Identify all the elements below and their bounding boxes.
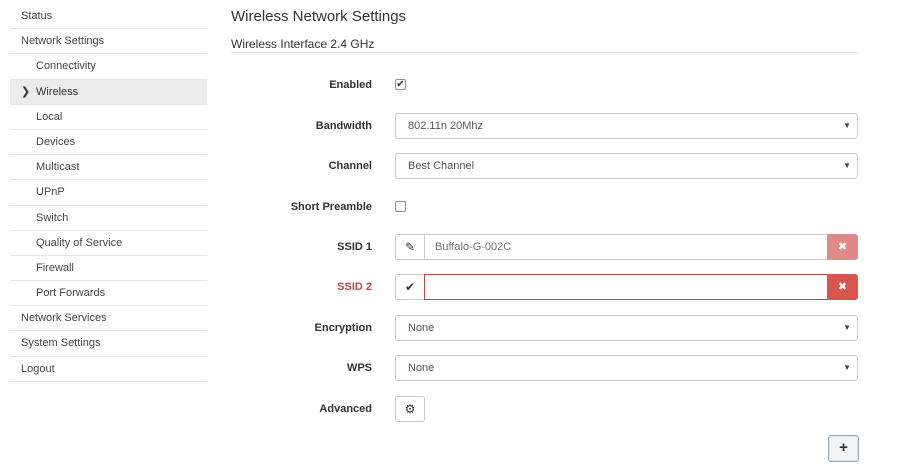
caret-down-icon: ▼ [843, 121, 851, 130]
caret-down-icon: ▼ [843, 161, 851, 170]
enabled-row: Enabled ✔ [231, 72, 859, 98]
ssid1-label: SSID 1 [337, 241, 372, 253]
ssid1-row: SSID 1 ✎ ✖ [231, 234, 859, 260]
bandwidth-row: Bandwidth 802.11n 20Mhz ▼ [231, 113, 859, 139]
bandwidth-value: 802.11n 20Mhz [408, 120, 484, 132]
ssid1-delete-button[interactable]: ✖ [827, 234, 858, 260]
close-icon: ✖ [837, 281, 848, 293]
caret-down-icon: ▼ [843, 323, 851, 332]
channel-row: Channel Best Channel ▼ [231, 153, 859, 179]
page-title: Wireless Network Settings [231, 8, 407, 25]
sidebar-item-label: Multicast [36, 161, 80, 174]
sidebar-item-network-settings[interactable]: Network Settings [10, 29, 207, 55]
encryption-label: Encryption [314, 322, 372, 334]
sidebar-item-status[interactable]: Status [10, 4, 207, 30]
bandwidth-select[interactable]: 802.11n 20Mhz ▼ [395, 113, 858, 139]
sidebar-item-devices[interactable]: Devices [10, 130, 207, 156]
sidebar-item-logout[interactable]: Logout [10, 357, 207, 382]
plus-icon: + [839, 439, 848, 456]
section-subtitle: Wireless Interface 2.4 GHz [231, 37, 375, 51]
sidebar-item-label: Devices [36, 135, 76, 148]
chevron-right-icon: ❯ [21, 85, 31, 98]
ssid2-input[interactable] [424, 274, 828, 300]
sidebar-item-label: Port Forwards [36, 287, 106, 300]
sidebar-item-network-services[interactable]: Network Services [10, 306, 207, 332]
sidebar-item-wireless[interactable]: ❯ Wireless [10, 79, 207, 105]
sidebar-item-label: Quality of Service [36, 236, 123, 249]
wps-value: None [408, 362, 435, 374]
enabled-checkbox[interactable]: ✔ [395, 79, 406, 90]
sidebar-item-label: Network Services [21, 312, 107, 325]
encryption-select[interactable]: None ▼ [395, 315, 858, 341]
short-preamble-row: Short Preamble [231, 194, 859, 220]
sidebar-item-system-settings[interactable]: System Settings [10, 331, 207, 357]
sidebar-item-label: UPnP [36, 186, 65, 199]
check-icon: ✔ [404, 280, 416, 294]
sidebar-item-label: Wireless [36, 85, 79, 98]
wps-row: WPS None ▼ [231, 355, 859, 381]
sidebar-item-label: Switch [36, 211, 69, 224]
sidebar-item-firewall[interactable]: Firewall [10, 256, 207, 282]
channel-select[interactable]: Best Channel ▼ [395, 153, 858, 179]
sidebar-item-label: Network Settings [21, 35, 105, 48]
ssid2-delete-button[interactable]: ✖ [827, 274, 858, 300]
channel-label: Channel [328, 160, 372, 172]
close-icon: ✖ [837, 241, 848, 253]
short-preamble-checkbox[interactable] [395, 201, 406, 212]
bandwidth-label: Bandwidth [315, 120, 372, 132]
enabled-label: Enabled [329, 79, 372, 91]
short-preamble-label: Short Preamble [290, 201, 372, 213]
wps-label: WPS [346, 362, 372, 374]
ssid1-input[interactable] [424, 234, 828, 260]
ssid1-edit-button[interactable]: ✎ [395, 234, 425, 260]
sidebar-item-label: System Settings [21, 337, 101, 350]
check-icon: ✔ [396, 79, 405, 90]
advanced-settings-button[interactable]: ⚙ [395, 396, 425, 422]
sidebar-item-port-forwards[interactable]: Port Forwards [10, 281, 207, 307]
advanced-label: Advanced [319, 403, 372, 415]
pencil-icon: ✎ [404, 240, 416, 254]
encryption-value: None [408, 322, 435, 334]
sidebar-item-label: Firewall [36, 261, 74, 274]
sidebar-item-label: Status [21, 10, 53, 22]
sidebar-item-label: Logout [21, 362, 55, 375]
sidebar-item-local[interactable]: Local [10, 105, 207, 130]
section-divider [231, 52, 859, 53]
channel-value: Best Channel [408, 160, 475, 172]
wps-select[interactable]: None ▼ [395, 355, 858, 381]
sidebar-item-connectivity[interactable]: Connectivity [10, 54, 207, 80]
sidebar-item-switch[interactable]: Switch [10, 206, 207, 231]
sidebar-nav: Status Network Settings Connectivity ❯ Wi… [10, 4, 207, 382]
advanced-row: Advanced ⚙ [231, 396, 859, 422]
gear-icon: ⚙ [404, 402, 416, 416]
sidebar-item-label: Local [36, 110, 63, 123]
caret-down-icon: ▼ [843, 363, 851, 372]
sidebar-item-quality-of-service[interactable]: Quality of Service [10, 231, 207, 256]
sidebar-item-upnp[interactable]: UPnP [10, 180, 207, 206]
sidebar-item-multicast[interactable]: Multicast [10, 155, 207, 181]
sidebar-item-label: Connectivity [36, 60, 96, 73]
add-button[interactable]: + [828, 435, 859, 462]
ssid2-confirm-button[interactable]: ✔ [395, 274, 425, 300]
ssid2-label: SSID 2 [337, 281, 372, 293]
encryption-row: Encryption None ▼ [231, 315, 859, 341]
ssid2-row: SSID 2 ✔ ✖ [231, 274, 859, 300]
